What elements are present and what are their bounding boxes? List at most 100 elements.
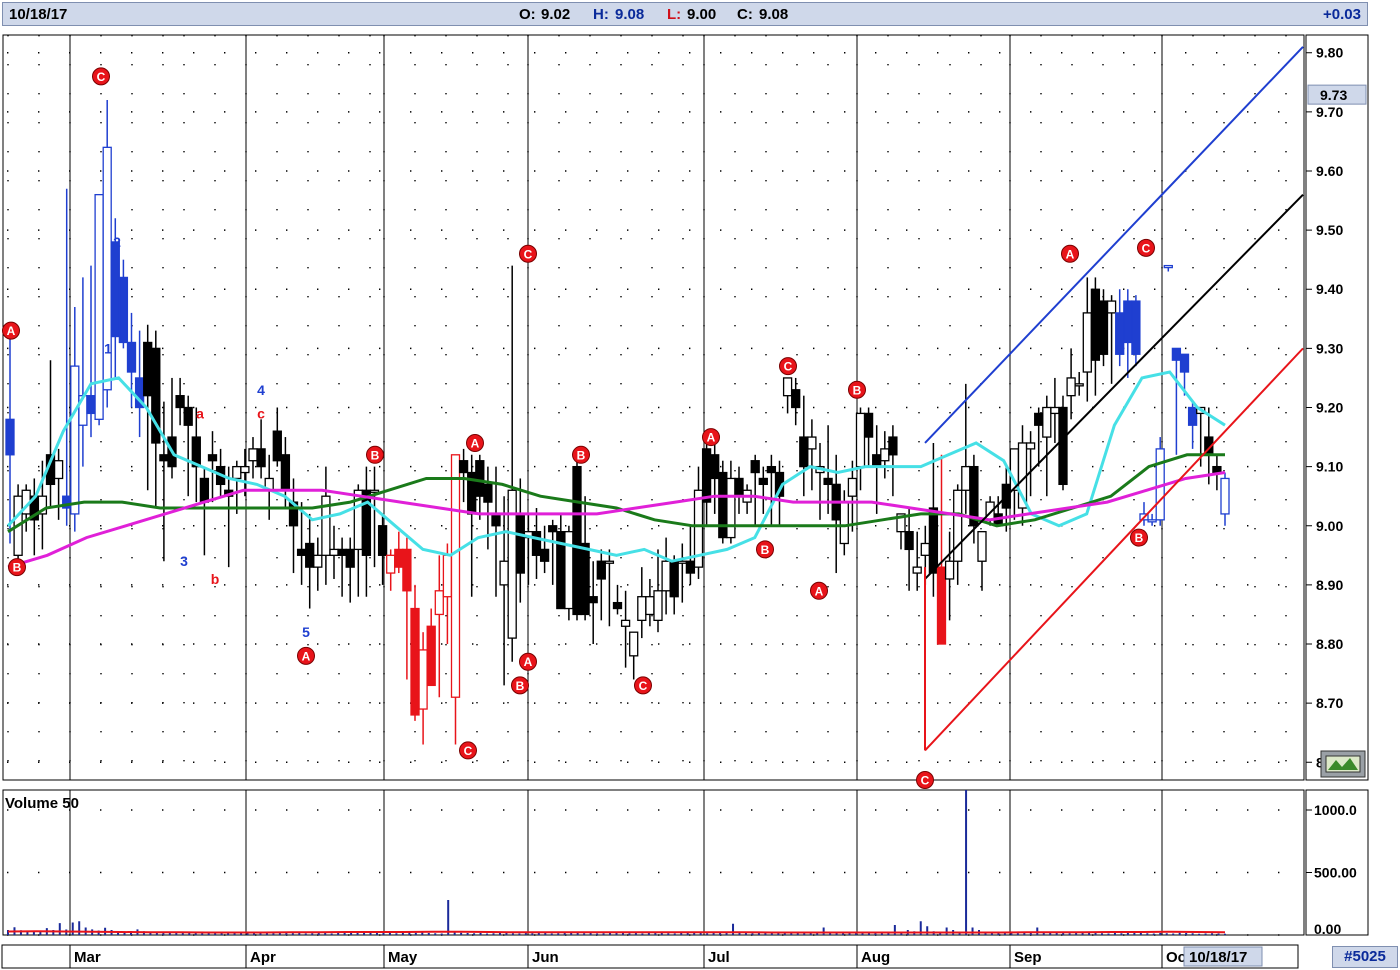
candle-body — [1074, 383, 1084, 387]
wave-label-4: 4 — [257, 382, 265, 398]
candle-body — [766, 465, 777, 474]
x-tick-label: Sep — [1014, 949, 1042, 966]
candle-body — [240, 465, 250, 474]
candle-body — [823, 477, 833, 486]
candle-body — [118, 276, 129, 344]
y-tick-label: 8.90 — [1316, 577, 1343, 593]
wave-label-a: A — [702, 428, 720, 447]
candle-body — [86, 395, 96, 415]
svg-text:C: C — [1142, 241, 1151, 255]
wave-label-1: 1 — [104, 340, 112, 356]
candle-body — [248, 448, 258, 462]
candle-body — [159, 454, 169, 462]
svg-text:C: C — [784, 360, 793, 374]
candle-body — [207, 454, 218, 462]
wave-label-c: c — [257, 405, 265, 421]
candle-body — [653, 590, 663, 622]
wave-label-b: b — [211, 571, 220, 587]
wave-label-a: a — [196, 405, 204, 421]
svg-text:C: C — [524, 247, 533, 261]
volume-y-tick-label: 1000.0 — [1314, 802, 1357, 818]
svg-text:A: A — [815, 584, 824, 598]
wave-label-b: B — [756, 540, 774, 559]
candle-body — [280, 454, 291, 491]
candle — [94, 193, 104, 426]
candle-body — [1220, 477, 1230, 515]
candle-body — [1034, 412, 1044, 426]
candle-body — [604, 560, 615, 564]
price-volume-chart[interactable]: 9.80 9.70 9.60 9.50 9.40 9.30 9.20 9.10 9.00 8.90… — [0, 0, 1400, 970]
y-tick-label: 9.40 — [1316, 281, 1343, 297]
candle-body — [1098, 300, 1109, 355]
candle-body — [855, 412, 866, 468]
candle-body — [313, 554, 323, 568]
candle-body — [799, 436, 809, 468]
candle-body — [548, 525, 558, 533]
candle-body — [863, 412, 874, 438]
candle-body — [588, 596, 598, 604]
candle-body — [475, 460, 485, 497]
svg-text:C: C — [921, 774, 930, 788]
x-tick-label: May — [388, 949, 418, 966]
candle-body — [256, 448, 266, 468]
candle-body — [758, 477, 768, 486]
candle-body — [418, 649, 428, 710]
candle-body — [872, 454, 882, 468]
candle-body — [369, 489, 380, 493]
candle-body — [272, 430, 282, 462]
candle — [1098, 289, 1109, 367]
candle-body — [491, 513, 501, 527]
wave-label-b: B — [1130, 528, 1148, 547]
candle-body — [426, 625, 436, 687]
candle-body — [531, 531, 542, 556]
candle-body — [499, 560, 509, 586]
wave-label-a: A — [519, 652, 537, 671]
symbol-badge[interactable]: #5025 — [1332, 946, 1398, 968]
candle-body — [953, 489, 963, 562]
wave-label-a: A — [1061, 244, 1079, 263]
y-tick-label: 9.70 — [1316, 104, 1343, 120]
candle-body — [888, 436, 898, 456]
candle — [564, 525, 574, 621]
candle-body — [629, 631, 639, 657]
y-tick-label: 9.10 — [1316, 459, 1343, 475]
candle-body — [1179, 353, 1190, 373]
y-tick-label: 9.60 — [1316, 163, 1343, 179]
wave-label-2: 2 — [113, 234, 121, 250]
candle-body — [458, 460, 469, 474]
candle-body — [1042, 406, 1052, 438]
y-tick-label: 9.00 — [1316, 518, 1343, 534]
candle-body — [685, 560, 696, 574]
candle-body — [669, 560, 679, 598]
cursor-date-box: 10/18/17 — [1183, 946, 1263, 967]
candle-body — [961, 465, 971, 491]
candle-body — [1082, 312, 1092, 373]
candle-body — [596, 560, 606, 580]
wave-label-c: C — [459, 741, 477, 760]
svg-text:B: B — [1135, 531, 1144, 545]
y-tick-label: 8.70 — [1316, 695, 1343, 711]
candle-body — [912, 566, 922, 574]
wave-label-b: B — [511, 676, 529, 695]
candle-body — [329, 548, 339, 556]
svg-text:C: C — [639, 679, 648, 693]
wave-label-c: C — [519, 244, 537, 263]
y-tick-label: 8.80 — [1316, 636, 1343, 652]
candle-body — [386, 554, 396, 574]
svg-text:A: A — [524, 655, 533, 669]
wave-label-c: C — [1137, 238, 1155, 257]
candle-body — [710, 454, 720, 480]
date-axis-panel — [1, 944, 1299, 969]
x-tick-label: Apr — [250, 949, 276, 966]
candle-body — [94, 193, 104, 420]
candle-body — [580, 542, 590, 616]
svg-text:A: A — [302, 649, 311, 663]
candle-body — [1066, 377, 1076, 397]
candle-body — [450, 454, 461, 698]
volume-y-tick-label: 500.00 — [1314, 865, 1357, 881]
y-tick-label: 9.20 — [1316, 400, 1343, 416]
candle-body — [677, 560, 687, 564]
y-tick-label: 9.50 — [1316, 222, 1343, 238]
volume-y-tick-label: 0.00 — [1314, 921, 1341, 937]
candle-body — [402, 548, 412, 592]
